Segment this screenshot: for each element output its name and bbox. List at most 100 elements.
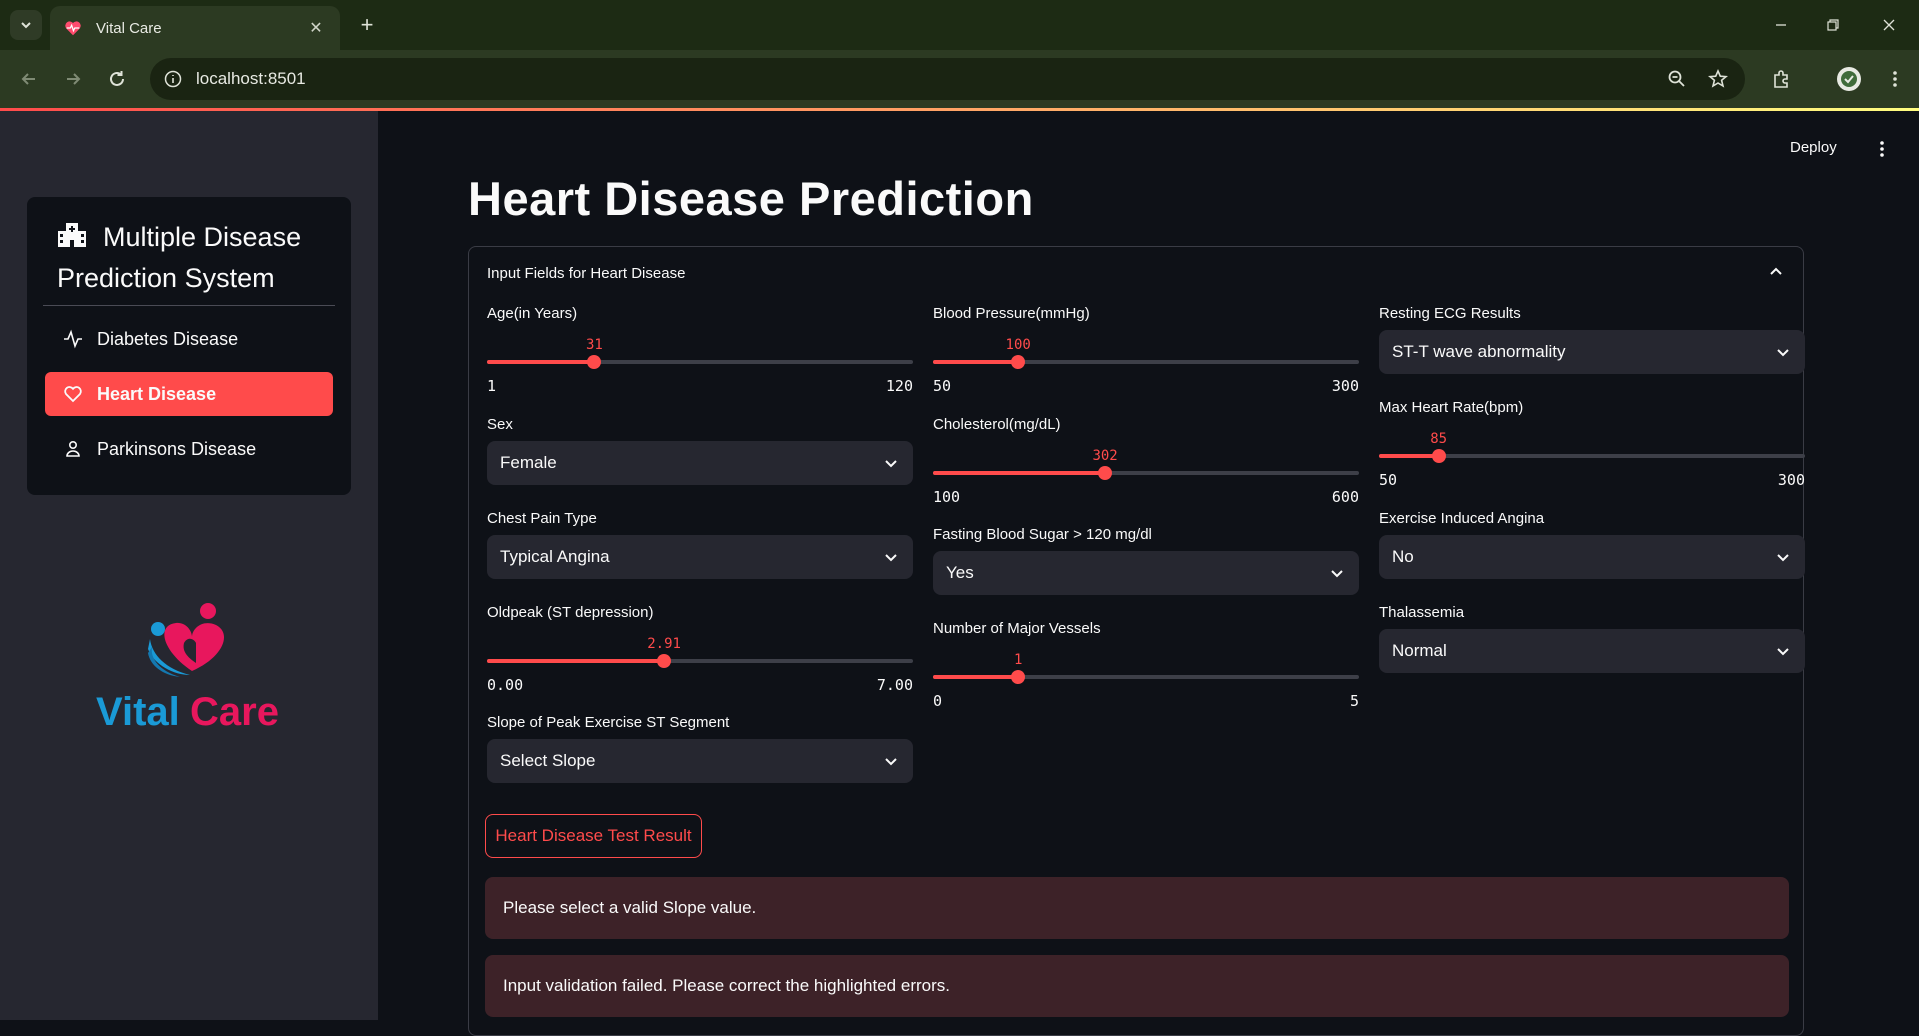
slider-thumb[interactable] bbox=[1011, 670, 1026, 684]
browser-tab[interactable]: Vital Care ✕ bbox=[50, 6, 340, 50]
chest-pain-select[interactable]: Typical Angina bbox=[487, 535, 913, 579]
activity-icon bbox=[64, 329, 82, 349]
sex-select-value: Female bbox=[500, 453, 557, 472]
slider-thumb[interactable] bbox=[1011, 355, 1026, 369]
forward-arrow-icon[interactable] bbox=[58, 64, 88, 94]
slope-label: Slope of Peak Exercise ST Segment bbox=[487, 714, 730, 731]
reload-icon[interactable] bbox=[102, 64, 132, 94]
tab-search-button[interactable] bbox=[10, 10, 42, 40]
person-icon bbox=[66, 440, 80, 457]
thalassemia-label: Thalassemia bbox=[1379, 604, 1465, 621]
slider-fill bbox=[933, 471, 1106, 475]
fasting-blood-sugar-select-value: Yes bbox=[946, 563, 974, 582]
slider-min: 50 bbox=[933, 377, 952, 395]
slider-min: 100 bbox=[933, 488, 961, 506]
sidebar-item-label: Parkinsons Disease bbox=[97, 438, 257, 459]
main-menu-icon[interactable] bbox=[1872, 137, 1892, 161]
extensions-icon[interactable] bbox=[1766, 64, 1796, 94]
major-vessels-slider[interactable]: 1 0 5 bbox=[933, 630, 1359, 710]
slider-thumb[interactable] bbox=[587, 355, 602, 369]
chest-pain-select-value: Typical Angina bbox=[500, 547, 610, 566]
browser-menu-icon[interactable] bbox=[1880, 64, 1910, 94]
exercise-angina-select-value: No bbox=[1392, 547, 1414, 566]
sex-select[interactable]: Female bbox=[487, 441, 913, 485]
slider-min: 1 bbox=[487, 377, 497, 395]
thalassemia-select-value: Normal bbox=[1392, 641, 1447, 660]
browser-tab-bar: Vital Care ✕ + bbox=[0, 0, 1919, 50]
sidebar-item-label: Diabetes Disease bbox=[97, 328, 239, 349]
max-heart-rate-slider[interactable]: 85 50 300 bbox=[1379, 409, 1805, 489]
slider-thumb[interactable] bbox=[657, 654, 672, 668]
slider-value: 85 bbox=[1430, 431, 1448, 447]
blood-pressure-slider[interactable]: 100 50 300 bbox=[933, 315, 1359, 395]
sidebar-item-heart[interactable]: Heart Disease bbox=[45, 372, 333, 416]
chevron-down-icon bbox=[1331, 570, 1343, 578]
slider-max: 5 bbox=[1349, 692, 1359, 710]
close-window-icon[interactable] bbox=[1866, 8, 1912, 42]
chevron-up-icon[interactable] bbox=[1767, 263, 1785, 281]
slider-max: 300 bbox=[1331, 377, 1359, 395]
new-tab-icon[interactable]: + bbox=[352, 10, 382, 40]
hospital-icon bbox=[58, 223, 86, 247]
tab-title: Vital Care bbox=[96, 19, 162, 37]
slider-max: 120 bbox=[885, 377, 913, 395]
back-arrow-icon[interactable] bbox=[14, 64, 44, 94]
sidebar-item-label: Heart Disease bbox=[97, 383, 217, 404]
slope-select-value: Select Slope bbox=[500, 751, 596, 770]
sidebar: Multiple Disease Prediction System Diabe… bbox=[0, 111, 378, 1020]
fasting-blood-sugar-label: Fasting Blood Sugar > 120 mg/dl bbox=[933, 526, 1152, 543]
oldpeak-slider[interactable]: 2.91 0.00 7.00 bbox=[487, 614, 913, 694]
deploy-button[interactable]: Deploy bbox=[1790, 139, 1837, 156]
logo-text-vital: Vital bbox=[96, 690, 180, 734]
chevron-down-icon bbox=[885, 554, 897, 562]
slider-fill bbox=[933, 360, 1019, 364]
slope-select[interactable]: Select Slope bbox=[487, 739, 913, 783]
exercise-angina-select[interactable]: No bbox=[1379, 535, 1805, 579]
profile-avatar[interactable] bbox=[1834, 64, 1864, 94]
chevron-down-icon bbox=[1777, 648, 1789, 656]
resting-ecg-label: Resting ECG Results bbox=[1379, 305, 1521, 322]
thalassemia-select[interactable]: Normal bbox=[1379, 629, 1805, 673]
resting-ecg-select[interactable]: ST-T wave abnormality bbox=[1379, 330, 1805, 374]
slider-max: 600 bbox=[1331, 488, 1359, 506]
heart-icon bbox=[64, 386, 82, 403]
slider-max: 300 bbox=[1777, 471, 1805, 489]
slider-max: 7.00 bbox=[876, 676, 913, 694]
zoom-icon[interactable] bbox=[1662, 64, 1692, 94]
slider-thumb[interactable] bbox=[1098, 466, 1113, 480]
bookmark-star-icon[interactable] bbox=[1703, 64, 1733, 94]
browser-toolbar: localhost:8501 bbox=[0, 50, 1919, 108]
menu-divider bbox=[43, 305, 335, 306]
minimize-icon[interactable] bbox=[1758, 8, 1804, 42]
expander-header[interactable]: Input Fields for Heart Disease bbox=[487, 265, 685, 282]
heart-disease-test-button[interactable]: Heart Disease Test Result bbox=[485, 814, 702, 858]
slider-min: 50 bbox=[1379, 471, 1398, 489]
chevron-down-icon bbox=[1777, 349, 1789, 357]
menu-title: Multiple Disease Prediction System bbox=[57, 217, 337, 299]
error-alert: Please select a valid Slope value. bbox=[485, 877, 1789, 939]
slider-value: 100 bbox=[1005, 337, 1031, 353]
age-slider[interactable]: 31 1 120 bbox=[487, 315, 913, 395]
sidebar-item-diabetes[interactable]: Diabetes Disease bbox=[45, 317, 333, 361]
menu-title-line1: Multiple Disease bbox=[103, 222, 302, 252]
sidebar-item-parkinsons[interactable]: Parkinsons Disease bbox=[45, 427, 333, 471]
chevron-down-icon bbox=[885, 460, 897, 468]
chevron-down-icon bbox=[21, 22, 31, 29]
address-bar[interactable]: localhost:8501 bbox=[150, 58, 1745, 100]
site-info-icon[interactable] bbox=[164, 70, 182, 88]
slider-fill bbox=[487, 360, 595, 364]
restore-icon[interactable] bbox=[1810, 8, 1856, 42]
fasting-blood-sugar-select[interactable]: Yes bbox=[933, 551, 1359, 595]
slider-min: 0.00 bbox=[487, 676, 524, 694]
vital-care-logo: Vital Care bbox=[96, 603, 279, 734]
logo-text-care: Care bbox=[190, 690, 279, 734]
chevron-down-icon bbox=[885, 758, 897, 766]
exercise-angina-label: Exercise Induced Angina bbox=[1379, 510, 1545, 527]
cholesterol-slider[interactable]: 302 100 600 bbox=[933, 426, 1359, 506]
option-menu: Multiple Disease Prediction System Diabe… bbox=[27, 197, 351, 495]
url-text: localhost:8501 bbox=[196, 69, 306, 88]
slider-thumb[interactable] bbox=[1431, 449, 1446, 463]
slider-value: 2.91 bbox=[647, 636, 681, 652]
close-tab-icon[interactable]: ✕ bbox=[306, 18, 326, 38]
slider-value: 302 bbox=[1092, 448, 1118, 464]
